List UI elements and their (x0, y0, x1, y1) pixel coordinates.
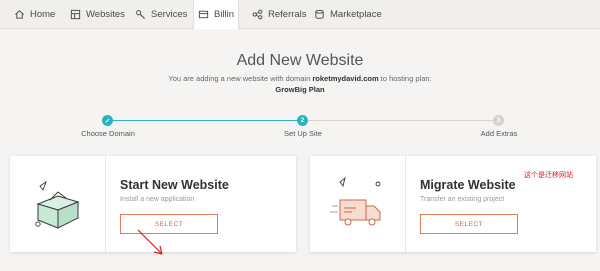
card-description: Install a new application (120, 196, 195, 203)
marketplace-icon (315, 9, 324, 19)
subtitle-prefix: You are adding a new website with domain (168, 74, 311, 83)
card-title: Start New Website (120, 178, 229, 192)
step-2-indicator: 2 (297, 115, 308, 126)
nav-label-marketplace: Marketplace (330, 9, 382, 20)
nav-item-billing[interactable]: Billin (198, 0, 234, 29)
step-1-check-icon: ✓ (102, 115, 113, 126)
top-navigation: Home Websites Services Billin Referrals … (0, 0, 600, 29)
card-title: Migrate Website (420, 178, 516, 192)
nav-item-home[interactable]: Home (14, 0, 55, 29)
step-progress-line (113, 120, 297, 121)
nav-label-billing: Billin (214, 9, 235, 20)
annotation-note: 这个是迁移网站 (524, 172, 573, 179)
arrow-annotation-icon (137, 229, 163, 255)
select-migrate-button[interactable]: SELECT (420, 214, 518, 234)
nav-label-websites: Websites (86, 9, 125, 20)
nav-label-home: Home (30, 9, 56, 20)
nav-item-referrals[interactable]: Referrals (252, 0, 307, 29)
step-1-label: Choose Domain (81, 129, 135, 138)
page-subtitle: You are adding a new website with domain… (0, 74, 600, 83)
referrals-icon (252, 9, 263, 20)
nav-label-referrals: Referrals (268, 9, 307, 20)
card-description: Transfer an existing project (420, 196, 505, 203)
nav-label-services: Services (151, 9, 188, 20)
nav-item-services[interactable]: Services (135, 0, 187, 29)
domain-name: roketmydavid.com (312, 74, 379, 83)
step-3-label: Add Extras (480, 129, 518, 138)
step-3-indicator: 3 (493, 115, 504, 126)
house-box-icon (35, 180, 80, 229)
step-remaining-line (308, 120, 493, 121)
subtitle-suffix: to hosting plan: (380, 74, 432, 83)
step-2-label: Set Up Site (284, 129, 322, 138)
card-illustration (310, 156, 406, 252)
services-icon (136, 10, 146, 20)
card-illustration (10, 156, 106, 252)
nav-item-websites[interactable]: Websites (70, 0, 125, 29)
page-title: Add New Website (236, 52, 364, 69)
moving-truck-icon (330, 176, 381, 226)
nav-item-marketplace[interactable]: Marketplace (314, 0, 382, 29)
billing-icon (198, 10, 209, 19)
home-icon (15, 10, 24, 19)
plan-name: GrowBig Plan (275, 85, 325, 94)
grid-icon (70, 9, 81, 20)
